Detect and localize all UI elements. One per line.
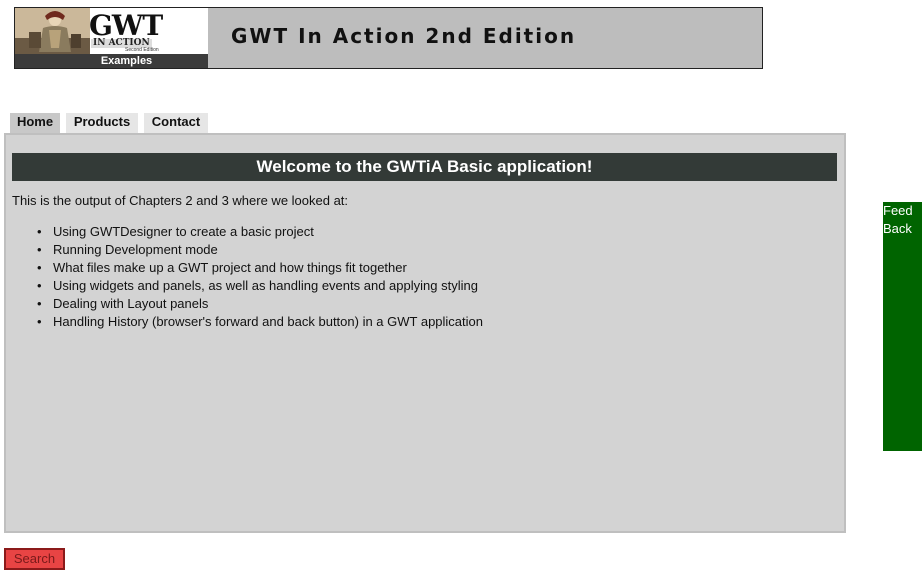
tab-contact[interactable]: Contact (144, 113, 208, 133)
logo-caption: Examples (15, 54, 208, 68)
home-panel: Welcome to the GWTiA Basic application! … (4, 133, 846, 533)
bullet-icon: • (37, 314, 42, 329)
bullet-icon: • (37, 242, 42, 257)
feedback-label-line1: Feed (883, 203, 913, 218)
bullet-icon: • (37, 278, 42, 293)
bullet-icon: • (37, 224, 42, 239)
topics-list: • Using GWTDesigner to create a basic pro… (37, 223, 483, 331)
feedback-tab[interactable]: Feed Back (883, 202, 922, 451)
header-banner: GWT IN ACTION Second Edition Examples GW… (14, 7, 763, 69)
list-item: • Dealing with Layout panels (37, 295, 483, 313)
gwt-in-action-logo: GWT IN ACTION Second Edition Examples (15, 8, 208, 68)
feedback-label-line2: Back (883, 221, 912, 236)
logo-title: GWT (89, 9, 163, 42)
search-button[interactable]: Search (4, 548, 65, 570)
topic-text: Running Development mode (53, 242, 218, 257)
tab-products[interactable]: Products (66, 113, 138, 133)
list-item: • Handling History (browser's forward and… (37, 313, 483, 331)
bullet-icon: • (37, 260, 42, 275)
topic-text: Handling History (browser's forward and … (53, 314, 483, 329)
topic-text: Dealing with Layout panels (53, 296, 209, 311)
topic-text: What files make up a GWT project and how… (53, 260, 407, 275)
tab-home[interactable]: Home (10, 113, 60, 135)
bullet-icon: • (37, 296, 42, 311)
logo-edition: Second Edition (125, 47, 159, 53)
banner-title: GWT In Action 2nd Edition (231, 24, 577, 48)
list-item: • Running Development mode (37, 241, 483, 259)
logo-figure-illustration (15, 8, 90, 54)
list-item: • Using GWTDesigner to create a basic pro… (37, 223, 483, 241)
list-item: • Using widgets and panels, as well as ha… (37, 277, 483, 295)
topic-text: Using widgets and panels, as well as han… (53, 278, 478, 293)
topic-text: Using GWTDesigner to create a basic proj… (53, 224, 314, 239)
list-item: • What files make up a GWT project and ho… (37, 259, 483, 277)
intro-text: This is the output of Chapters 2 and 3 w… (12, 193, 349, 208)
welcome-heading: Welcome to the GWTiA Basic application! (12, 153, 837, 181)
